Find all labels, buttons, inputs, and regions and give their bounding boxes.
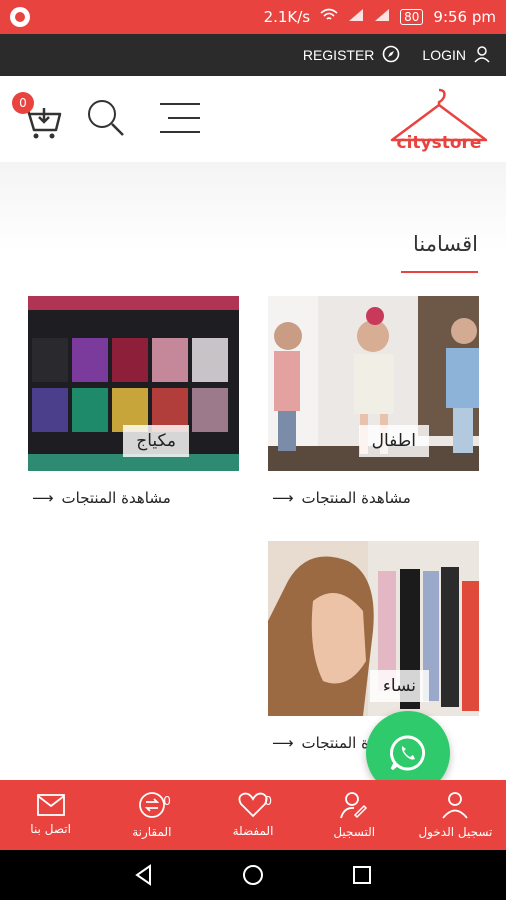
site-header: 0 citystore xyxy=(0,76,506,162)
signal-icon xyxy=(348,8,364,26)
nav-label: تسجيل الدخول xyxy=(418,825,493,839)
search-icon xyxy=(88,100,124,136)
women-image[interactable]: نساء xyxy=(268,541,479,716)
wifi-icon xyxy=(320,8,338,26)
nav-favorites[interactable]: 0 المفضلة xyxy=(202,780,303,850)
user-edit-icon xyxy=(340,792,368,819)
arrow-right-icon: ⟶ xyxy=(32,489,54,507)
nav-label: المفضلة xyxy=(232,824,274,838)
view-products-link[interactable]: ⟶ مشاهدة المنتجات xyxy=(268,489,479,507)
register-label: REGISTER xyxy=(302,47,375,63)
system-navigation-bar xyxy=(0,850,506,900)
category-label: نساء xyxy=(369,670,429,702)
nav-label: اتصل بنا xyxy=(30,822,71,836)
title-underline xyxy=(401,271,478,273)
view-products-label: مشاهدة المنتجات xyxy=(61,489,171,507)
login-label: LOGIN xyxy=(422,47,466,63)
citystore-logo[interactable]: citystore xyxy=(384,86,494,153)
hamburger-icon xyxy=(160,103,200,133)
makeup-image[interactable]: مكياج xyxy=(28,296,239,471)
home-icon[interactable] xyxy=(241,863,265,887)
user-icon xyxy=(442,792,469,819)
menu-button[interactable] xyxy=(158,100,202,140)
view-products-link[interactable]: ⟶ مشاهدة المنتجات xyxy=(28,489,239,507)
category-label: اطفال xyxy=(358,425,429,457)
login-link[interactable]: LOGIN xyxy=(422,45,492,66)
nav-login[interactable]: تسجيل الدخول xyxy=(405,780,506,850)
view-products-label: مشاهدة المنتجات xyxy=(301,489,411,507)
category-card-kids[interactable]: اطفال ⟶ مشاهدة المنتجات xyxy=(268,296,479,507)
arrow-right-icon: ⟶ xyxy=(272,734,294,752)
nav-compare[interactable]: 0 المقارنة xyxy=(101,780,202,850)
section-title: اقسامنا xyxy=(413,232,478,256)
back-icon[interactable] xyxy=(132,863,156,887)
status-bar: 2.1K/s 80 9:56 pm xyxy=(0,0,506,34)
recents-icon[interactable] xyxy=(350,863,374,887)
battery-level: 80 xyxy=(400,9,424,25)
whatsapp-notification-icon xyxy=(10,7,30,27)
cart-count-badge: 0 xyxy=(12,92,34,114)
clock: 9:56 pm xyxy=(433,8,496,26)
network-speed: 2.1K/s xyxy=(263,8,311,26)
nav-contact[interactable]: اتصل بنا xyxy=(0,780,101,850)
nav-label: التسجيل xyxy=(333,825,376,839)
user-icon xyxy=(474,45,492,66)
bottom-navigation: اتصل بنا 0 المقارنة 0 المفضلة التسجيل تس… xyxy=(0,780,506,850)
kids-image[interactable]: اطفال xyxy=(268,296,479,471)
compare-count: 0 xyxy=(163,794,171,808)
nav-label: المقارنة xyxy=(132,825,172,839)
compare-icon xyxy=(138,792,165,818)
category-label: مكياج xyxy=(123,425,189,457)
whatsapp-icon xyxy=(390,735,426,771)
search-button[interactable] xyxy=(86,98,126,142)
register-link[interactable]: REGISTER xyxy=(303,45,401,66)
cart-button[interactable]: 0 xyxy=(12,92,64,142)
category-card-women[interactable]: نساء ⟶ مشاهدة المنتجات xyxy=(268,541,479,752)
categories-section: اقسامنا اطفال ⟶ مشاهدة المنتجات مكياج ⟶ … xyxy=(0,162,506,780)
compass-icon xyxy=(382,45,400,66)
arrow-right-icon: ⟶ xyxy=(272,489,294,507)
nav-register[interactable]: التسجيل xyxy=(304,780,405,850)
envelope-icon xyxy=(36,794,65,816)
account-bar: REGISTER LOGIN xyxy=(0,34,506,76)
svg-text:citystore: citystore xyxy=(397,133,482,152)
category-card-makeup[interactable]: مكياج ⟶ مشاهدة المنتجات xyxy=(28,296,239,507)
favorites-count: 0 xyxy=(264,794,273,808)
signal-icon-2 xyxy=(374,8,390,26)
